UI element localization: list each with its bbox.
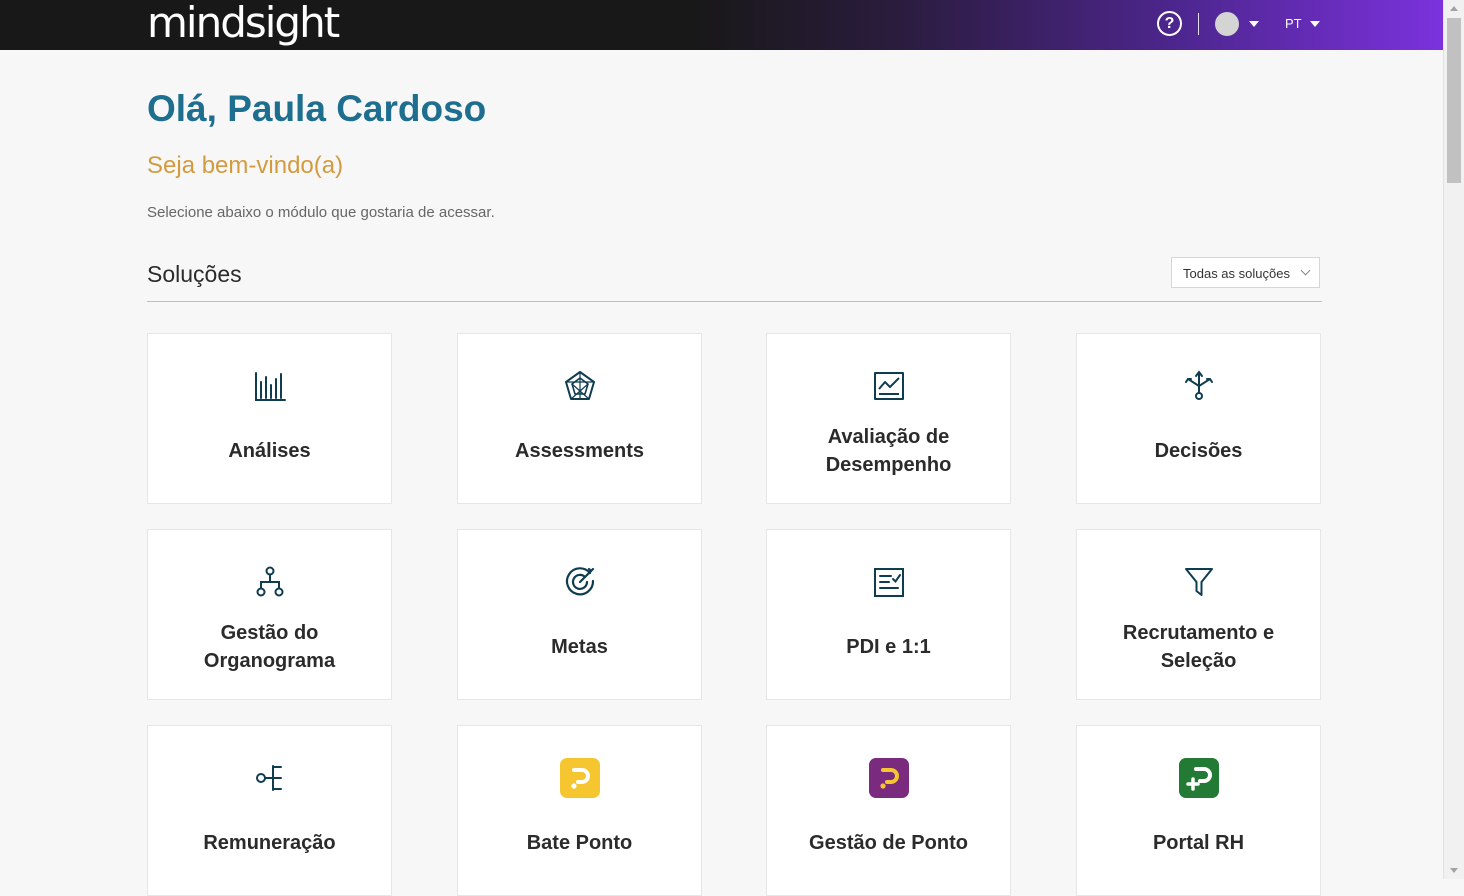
module-card-metas[interactable]: Metas	[457, 529, 702, 700]
user-avatar[interactable]	[1215, 12, 1239, 36]
scroll-down-arrow-icon[interactable]	[1450, 868, 1458, 873]
radar-icon	[565, 371, 595, 400]
module-card-gestao-organograma[interactable]: Gestão do Organograma	[147, 529, 392, 700]
module-label: Metas	[551, 636, 608, 658]
instruction-text: Selecione abaixo o módulo que gostaria d…	[147, 204, 495, 221]
module-card-portal-rh[interactable]: Portal RH	[1076, 725, 1321, 896]
module-label: Decisões	[1154, 440, 1243, 462]
compensation-icon	[256, 765, 282, 791]
funnel-icon	[1185, 568, 1213, 596]
language-chevron-down-icon[interactable]	[1310, 21, 1320, 27]
module-card-avaliacao-desempenho[interactable]: Avaliação de Desempenho	[766, 333, 1011, 504]
module-card-remuneracao[interactable]: Remuneração	[147, 725, 392, 896]
module-label: PDI e 1:1	[846, 636, 931, 658]
mindsight-logo[interactable]: mindsight	[147, 0, 340, 48]
split-arrows-icon	[1185, 370, 1213, 400]
section-divider	[147, 301, 1322, 302]
module-card-pdi[interactable]: PDI e 1:1	[766, 529, 1011, 700]
module-label: Gestão do Organograma	[203, 622, 336, 672]
module-label: Recrutamento e Seleção	[1122, 622, 1275, 672]
user-menu-chevron-down-icon[interactable]	[1249, 21, 1259, 27]
bar-chart-icon	[255, 372, 286, 401]
module-card-analises[interactable]: Análises	[147, 333, 392, 504]
module-label: Portal RH	[1152, 832, 1245, 854]
scroll-thumb[interactable]	[1447, 18, 1461, 183]
solutions-title: Soluções	[147, 261, 242, 287]
module-label: Avaliação de Desempenho	[825, 426, 952, 476]
module-card-gestao-ponto[interactable]: Gestão de Ponto	[766, 725, 1011, 896]
module-card-assessments[interactable]: Assessments	[457, 333, 702, 504]
module-label: Remuneração	[203, 832, 336, 854]
language-selector[interactable]: PT	[1285, 16, 1302, 31]
chevron-down-icon	[1300, 265, 1311, 276]
checklist-icon	[874, 568, 904, 597]
greeting-heading: Olá, Paula Cardoso	[147, 88, 487, 129]
module-label: Assessments	[515, 440, 644, 462]
module-label: Bate Ponto	[526, 832, 633, 854]
module-card-bate-ponto[interactable]: Bate Ponto	[457, 725, 702, 896]
gestao-ponto-logo	[869, 758, 909, 798]
welcome-subtitle: Seja bem-vindo(a)	[147, 152, 344, 179]
scroll-up-arrow-icon[interactable]	[1450, 6, 1458, 11]
help-icon[interactable]: ?	[1157, 11, 1182, 36]
solutions-filter-select[interactable]: Todas as soluções	[1171, 257, 1320, 288]
line-chart-icon	[874, 372, 904, 400]
module-label: Gestão de Ponto	[809, 832, 968, 854]
page-scrollbar[interactable]	[1443, 0, 1464, 879]
header-divider	[1198, 13, 1199, 35]
module-card-recrutamento[interactable]: Recrutamento e Seleção	[1076, 529, 1321, 700]
org-chart-icon	[256, 566, 284, 597]
filter-value: Todas as soluções	[1183, 266, 1290, 281]
module-label: Análises	[228, 440, 311, 462]
top-bar: mindsight ? PT	[0, 0, 1444, 50]
module-card-decisoes[interactable]: Decisões	[1076, 333, 1321, 504]
portal-rh-logo	[1179, 758, 1219, 798]
target-icon	[565, 567, 595, 596]
bate-ponto-logo	[560, 758, 600, 798]
